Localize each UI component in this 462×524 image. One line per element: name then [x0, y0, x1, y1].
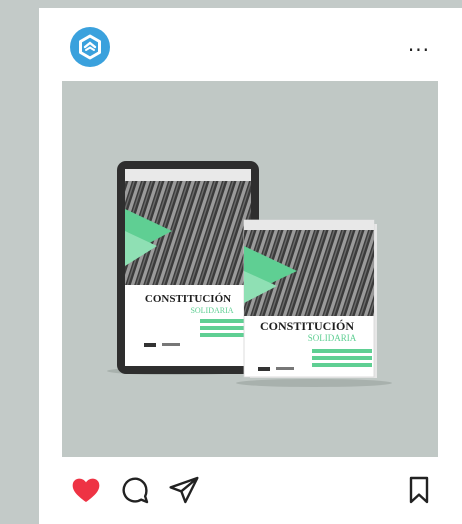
tablet-title: CONSTITUCIÓN	[145, 293, 231, 305]
bookmark-icon	[409, 476, 429, 504]
more-options-button[interactable]: ...	[408, 34, 430, 54]
tablet-mockup: CONSTITUCIÓN SOLIDARIA	[117, 161, 259, 374]
comment-icon	[122, 477, 149, 504]
comment-button[interactable]	[119, 474, 151, 511]
profile-avatar[interactable]	[70, 27, 110, 67]
save-button[interactable]	[403, 474, 435, 511]
post-actions	[39, 468, 462, 518]
post-card: ... CONSTITUCIÓN SOLIDARIA CONSTITUCIÓN …	[39, 8, 462, 524]
tablet-subtitle: SOLIDARIA	[190, 306, 233, 315]
share-button[interactable]	[168, 474, 200, 511]
book-mockup: CONSTITUCIÓN SOLIDARIA	[243, 219, 377, 378]
logo-icon	[79, 34, 101, 60]
send-icon	[169, 476, 199, 504]
like-button[interactable]	[70, 474, 102, 511]
book-subtitle: SOLIDARIA	[308, 333, 357, 343]
post-image[interactable]: CONSTITUCIÓN SOLIDARIA CONSTITUCIÓN SOLI…	[62, 81, 438, 457]
heart-icon	[72, 478, 100, 502]
book-title: CONSTITUCIÓN	[260, 319, 354, 333]
